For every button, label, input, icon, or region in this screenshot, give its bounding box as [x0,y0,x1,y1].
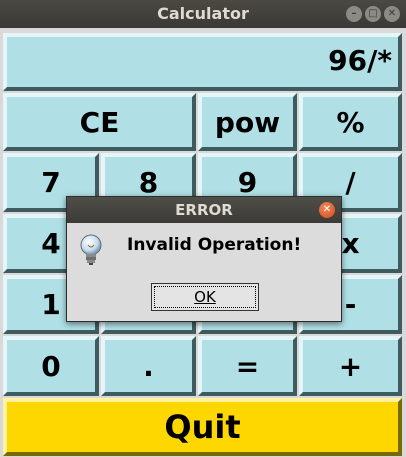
ok-button[interactable]: OK [151,283,259,311]
window-titlebar: Calculator – □ ✕ [0,0,406,28]
window-controls: – □ ✕ [346,6,400,22]
equals-button[interactable]: = [198,336,297,396]
dialog-close-icon[interactable]: ✕ [319,202,335,218]
window-title: Calculator [157,4,249,23]
ce-button[interactable]: CE [3,93,196,151]
digit-0-button[interactable]: 0 [3,336,99,396]
lightbulb-icon [80,234,102,265]
decimal-button[interactable]: . [101,336,196,396]
display-value: 96/* [328,44,392,77]
pow-button[interactable]: pow [198,93,297,151]
quit-button[interactable]: Quit [3,398,402,456]
minimize-icon[interactable]: – [346,6,362,22]
dialog-titlebar: ERROR ✕ [67,197,341,223]
percent-button[interactable]: % [299,93,402,151]
maximize-icon[interactable]: □ [365,6,381,22]
add-button[interactable]: + [299,336,402,396]
dialog-message: Invalid Operation! [127,235,302,255]
dialog-title: ERROR [175,201,233,219]
display-field[interactable]: 96/* [3,33,402,91]
close-icon[interactable]: ✕ [384,6,400,22]
error-dialog: ERROR ✕ Invalid Operation! OK [66,196,342,322]
